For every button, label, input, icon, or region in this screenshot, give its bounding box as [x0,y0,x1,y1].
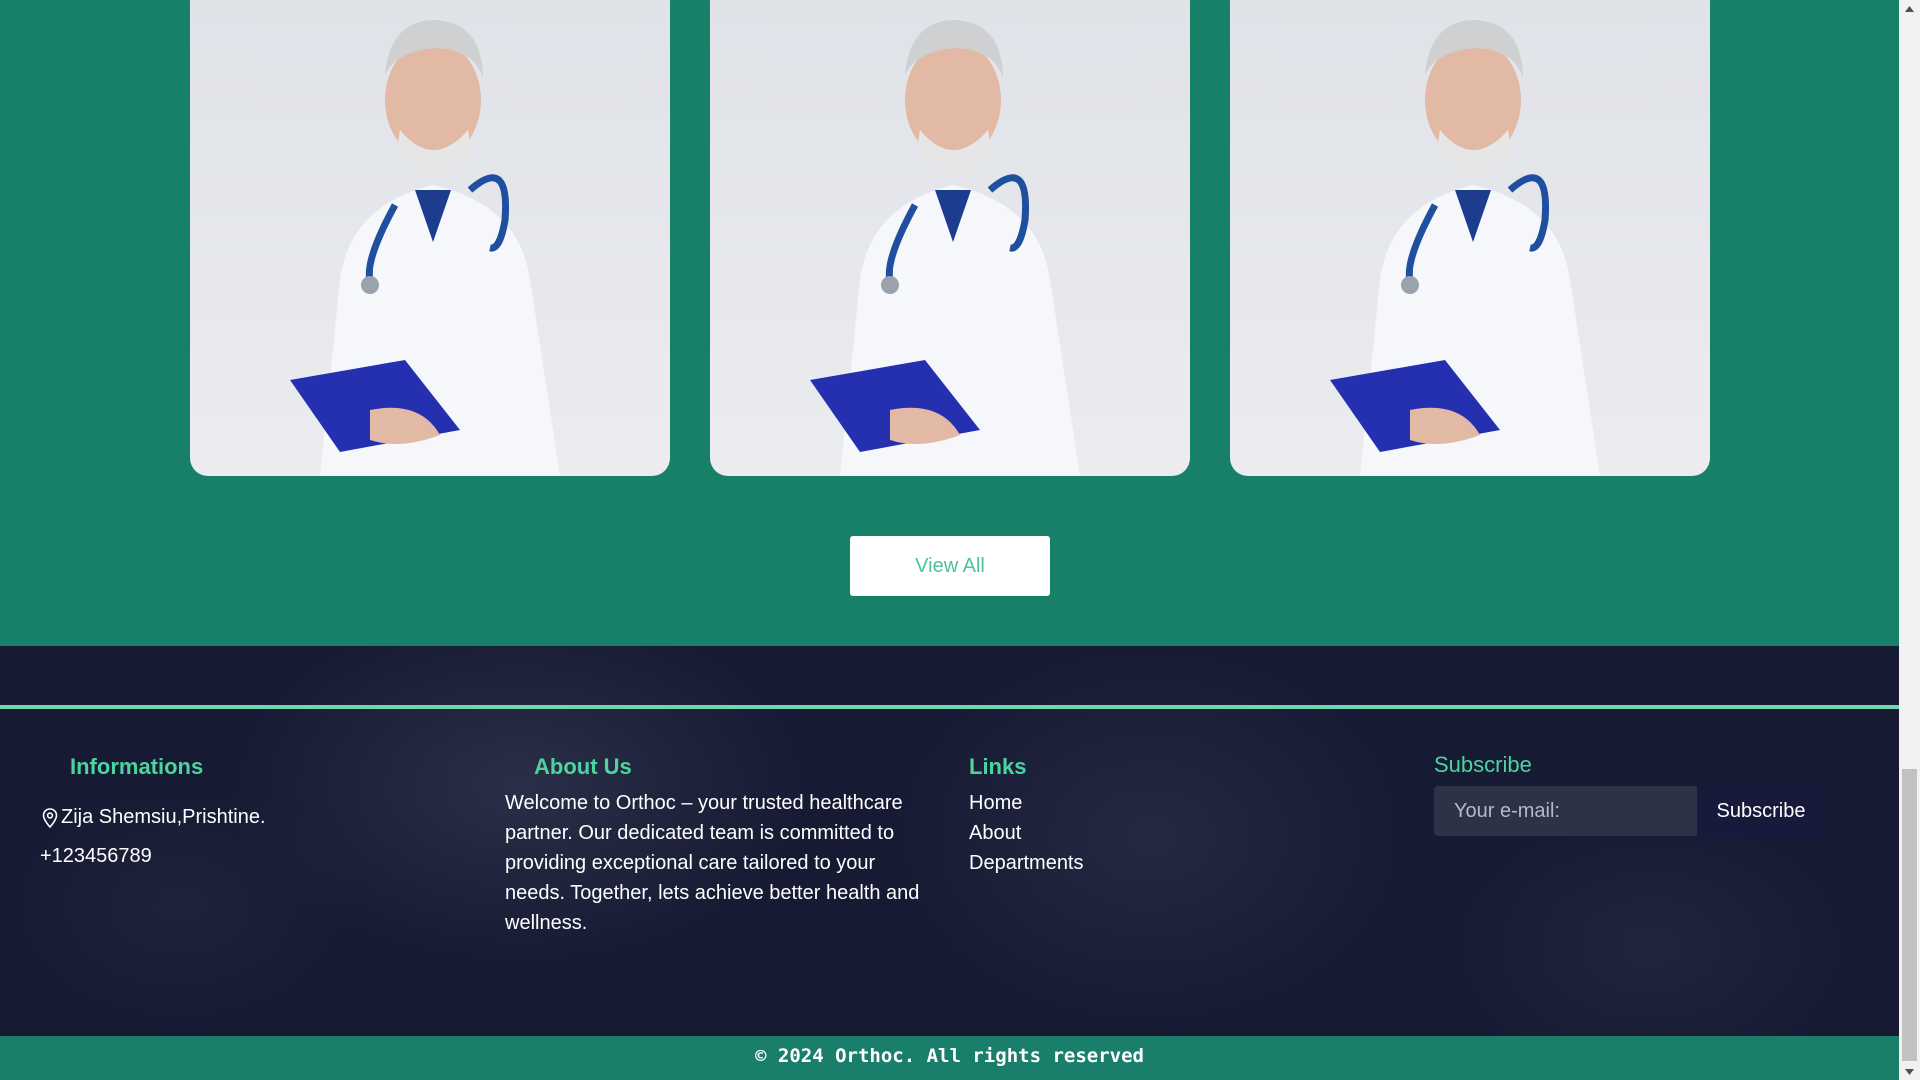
view-all-button[interactable]: View All [850,536,1050,596]
subscribe-title: Subscribe [1434,752,1532,777]
email-field[interactable] [1434,786,1697,836]
scrollbar[interactable] [1899,0,1920,1080]
about-title: About Us [534,754,632,779]
copyright-text: © 2024 Orthoc. All rights reserved [0,1036,1899,1080]
footer-divider [0,705,1899,709]
about-text: Welcome to Orthoc – your trusted healthc… [505,792,920,934]
footer: Informations Zija Shemsiu,Prishtine. +12… [0,646,1899,1036]
doctors-section: View All [0,0,1899,646]
subscribe-button[interactable]: Subscribe [1697,786,1825,836]
page: View All Informations Zija Shemsiu,Prish… [0,0,1899,1080]
footer-links: Home About Departments [969,788,1084,878]
doctor-card[interactable] [710,0,1190,476]
informations-title: Informations [70,754,204,779]
footer-link-departments[interactable]: Departments [969,848,1084,878]
scroll-down-arrow-icon[interactable] [1899,1063,1920,1080]
doctor-photo [1330,20,1600,476]
address-line: Zija Shemsiu,Prishtine. [41,806,266,829]
address-text: Zija Shemsiu,Prishtine. [61,806,266,828]
doctor-card[interactable] [190,0,670,476]
scroll-thumb[interactable] [1902,769,1917,1061]
scroll-up-arrow-icon[interactable] [1899,0,1920,17]
doctor-photo [290,20,560,476]
footer-link-about[interactable]: About [969,818,1084,848]
footer-link-home[interactable]: Home [969,788,1084,818]
doctor-card[interactable] [1230,0,1710,476]
phone-text: +123456789 [40,845,152,867]
doctor-photo [810,20,1080,476]
map-pin-icon [42,807,58,828]
links-title: Links [969,754,1027,779]
